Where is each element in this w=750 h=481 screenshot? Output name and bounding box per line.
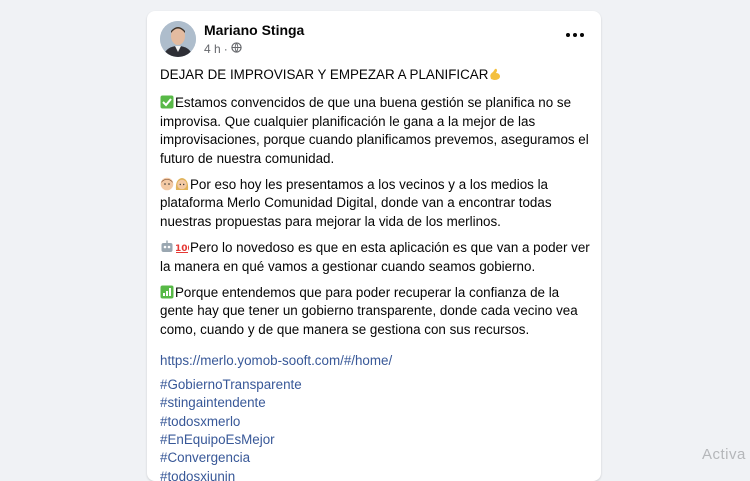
post-time[interactable]: 4 h <box>204 42 221 56</box>
paragraph-2-text: Por eso hoy les presentamos a los vecino… <box>160 177 552 229</box>
post-title: DEJAR DE IMPROVISAR Y EMPEZAR A PLANIFIC… <box>160 67 489 82</box>
woman-emoji <box>175 178 189 191</box>
hashtag-link[interactable]: #GobiernoTransparente <box>160 376 592 394</box>
paragraph-3: 100Pero lo novedoso es que en esta aplic… <box>160 239 592 276</box>
avatar[interactable] <box>160 21 196 57</box>
flexed-biceps-emoji <box>490 68 501 80</box>
post-card: Mariano Stinga 4 h · DEJAR DE IMPROVISAR… <box>147 11 601 481</box>
author-name[interactable]: Mariano Stinga <box>204 22 304 38</box>
hashtag-link[interactable]: #EnEquipoEsMejor <box>160 431 592 449</box>
hashtag-link[interactable]: #todosxjunin <box>160 468 592 481</box>
hashtag-link[interactable]: #stingaintendente <box>160 394 592 412</box>
paragraph-4: Porque entendemos que para poder recuper… <box>160 284 592 339</box>
paragraph-1: Estamos convencidos de que una buena ges… <box>160 94 592 168</box>
chart-emoji <box>160 285 174 299</box>
paragraph-3-text: Pero lo novedoso es que en esta aplicaci… <box>160 240 590 274</box>
meta-separator: · <box>223 42 228 56</box>
activation-watermark: Activa <box>702 446 746 463</box>
post-meta: 4 h · <box>204 42 242 56</box>
globe-icon <box>231 42 242 56</box>
more-options-icon[interactable] <box>563 25 587 45</box>
robot-emoji <box>161 240 173 253</box>
man-emoji <box>160 177 174 191</box>
post-link[interactable]: https://merlo.yomob-sooft.com/#/home/ <box>160 352 592 370</box>
hashtag-link[interactable]: #Convergencia <box>160 449 592 467</box>
hashtag-link[interactable]: #todosxmerlo <box>160 413 592 431</box>
paragraph-1-text: Estamos convencidos de que una buena ges… <box>160 95 589 166</box>
hundred-points-emoji: 100 <box>175 244 189 254</box>
post-title-line: DEJAR DE IMPROVISAR Y EMPEZAR A PLANIFIC… <box>160 66 592 84</box>
paragraph-4-text: Porque entendemos que para poder recuper… <box>160 285 578 337</box>
check-mark-emoji <box>160 95 174 109</box>
paragraph-2: Por eso hoy les presentamos a los vecino… <box>160 176 592 231</box>
post-body: DEJAR DE IMPROVISAR Y EMPEZAR A PLANIFIC… <box>160 66 592 481</box>
